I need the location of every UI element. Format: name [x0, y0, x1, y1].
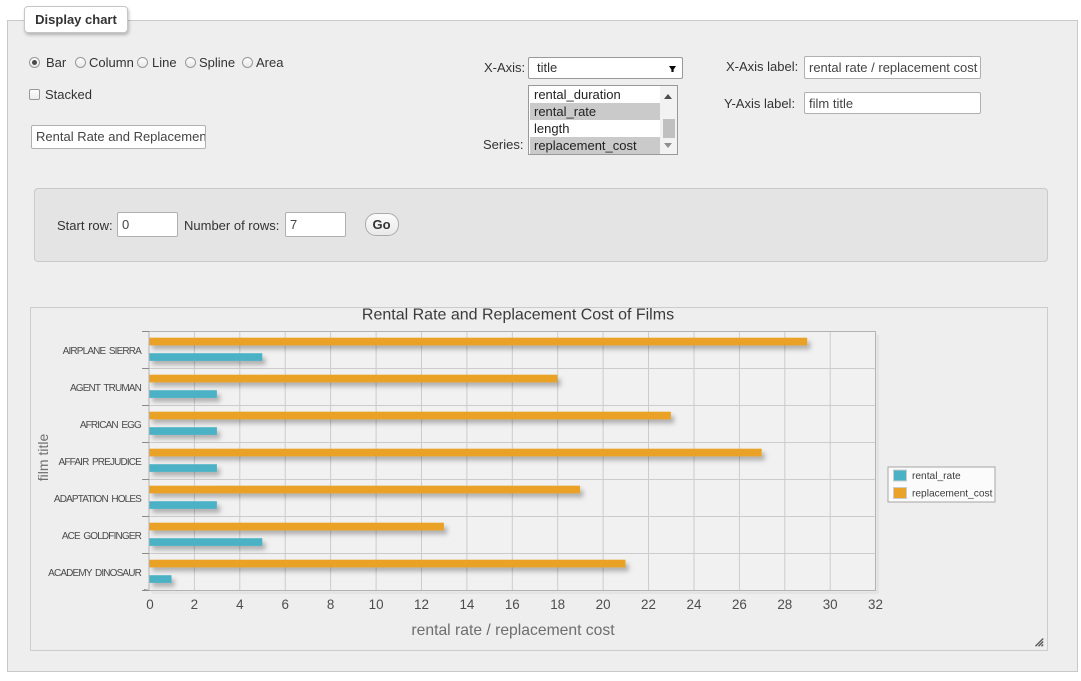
- svg-text:AFRICAN EGG: AFRICAN EGG: [80, 420, 142, 431]
- svg-text:26: 26: [732, 597, 747, 612]
- svg-text:Rental Rate and Replacement Co: Rental Rate and Replacement Cost of Film…: [362, 308, 674, 324]
- svg-text:replacement_cost: replacement_cost: [912, 489, 993, 500]
- svg-text:18: 18: [550, 597, 565, 612]
- svg-text:2: 2: [191, 597, 198, 612]
- svg-text:ACE GOLDFINGER: ACE GOLDFINGER: [62, 531, 142, 542]
- svg-text:AFFAIR PREJUDICE: AFFAIR PREJUDICE: [59, 457, 143, 468]
- svg-text:10: 10: [369, 597, 384, 612]
- svg-text:24: 24: [687, 597, 702, 612]
- svg-text:4: 4: [236, 597, 244, 612]
- svg-text:6: 6: [281, 597, 288, 612]
- svg-text:22: 22: [641, 597, 656, 612]
- svg-text:32: 32: [868, 597, 883, 612]
- svg-text:30: 30: [823, 597, 838, 612]
- svg-text:AIRPLANE SIERRA: AIRPLANE SIERRA: [63, 346, 143, 357]
- svg-text:16: 16: [505, 597, 520, 612]
- svg-text:film title: film title: [35, 434, 51, 482]
- svg-text:12: 12: [414, 597, 429, 612]
- svg-text:rental rate / replacement cost: rental rate / replacement cost: [411, 622, 615, 639]
- svg-text:14: 14: [459, 597, 474, 612]
- svg-text:0: 0: [146, 597, 153, 612]
- svg-text:ACADEMY DINOSAUR: ACADEMY DINOSAUR: [48, 568, 141, 579]
- svg-text:ADAPTATION HOLES: ADAPTATION HOLES: [54, 494, 142, 505]
- svg-text:AGENT TRUMAN: AGENT TRUMAN: [70, 383, 142, 394]
- svg-text:28: 28: [777, 597, 792, 612]
- svg-text:20: 20: [596, 597, 611, 612]
- svg-text:rental_rate: rental_rate: [912, 471, 961, 482]
- svg-text:8: 8: [327, 597, 334, 612]
